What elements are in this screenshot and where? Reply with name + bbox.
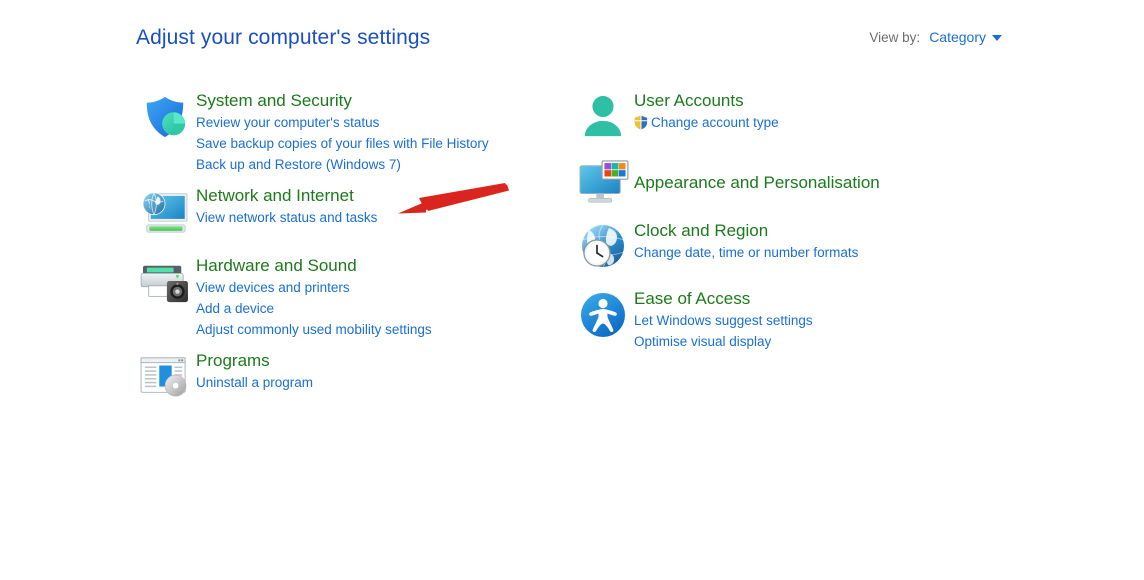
link-view-devices-printers[interactable]: View devices and printers (196, 277, 432, 298)
programs-disc-icon[interactable] (134, 348, 196, 406)
category-title[interactable]: Ease of Access (634, 287, 813, 310)
shield-icon-svg (146, 96, 186, 138)
category-title[interactable]: User Accounts (634, 89, 779, 112)
right-category-column: User Accounts Change account type Appear… (572, 88, 1002, 362)
category-title[interactable]: Programs (196, 349, 313, 372)
category-body: Hardware and Sound View devices and prin… (196, 253, 432, 340)
category-body: Network and Internet View network status… (196, 183, 377, 228)
category-ease-of-access[interactable]: Ease of Access Let Windows suggest setti… (572, 286, 1002, 352)
appearance-monitor-icon-svg (579, 160, 629, 203)
category-title[interactable]: Clock and Region (634, 219, 858, 242)
category-body: Programs Uninstall a program (196, 348, 313, 393)
link-review-status[interactable]: Review your computer's status (196, 112, 489, 133)
shield-icon[interactable] (134, 88, 196, 146)
link-backup-restore[interactable]: Back up and Restore (Windows 7) (196, 154, 489, 175)
uac-shield-icon (634, 115, 648, 130)
category-appearance-and-personalisation[interactable]: Appearance and Personalisation (572, 154, 1002, 212)
category-body: Clock and Region Change date, time or nu… (634, 218, 858, 263)
user-person-icon-svg (584, 95, 622, 137)
category-body: User Accounts Change account type (634, 88, 779, 133)
clock-globe-icon[interactable] (572, 218, 634, 276)
link-optimise-visual-display[interactable]: Optimise visual display (634, 331, 813, 352)
network-monitor-icon[interactable] (134, 183, 196, 241)
category-title[interactable]: Hardware and Sound (196, 254, 432, 277)
view-by-label: View by: (869, 29, 921, 45)
category-title[interactable]: Network and Internet (196, 184, 377, 207)
accessibility-icon[interactable] (572, 286, 634, 344)
view-by-control: View by: Category (869, 29, 1002, 45)
chevron-down-icon[interactable] (992, 35, 1002, 41)
printer-speaker-icon-svg (140, 265, 188, 303)
link-mobility-settings[interactable]: Adjust commonly used mobility settings (196, 319, 432, 340)
category-hardware-and-sound[interactable]: Hardware and Sound View devices and prin… (134, 253, 564, 340)
category-title[interactable]: System and Security (196, 89, 489, 112)
link-change-date-time[interactable]: Change date, time or number formats (634, 242, 858, 263)
network-monitor-icon-svg (142, 192, 188, 233)
link-network-status[interactable]: View network status and tasks (196, 207, 377, 228)
category-programs[interactable]: Programs Uninstall a program (134, 348, 564, 406)
category-body: Appearance and Personalisation (634, 154, 880, 212)
link-change-account-type[interactable]: Change account type (634, 112, 779, 133)
page-title: Adjust your computer's settings (136, 26, 431, 49)
category-body: Ease of Access Let Windows suggest setti… (634, 286, 813, 352)
view-by-value[interactable]: Category (929, 29, 986, 45)
category-network-and-internet[interactable]: Network and Internet View network status… (134, 183, 564, 241)
accessibility-icon-svg (581, 293, 625, 337)
clock-globe-icon-svg (581, 224, 625, 268)
link-let-windows-suggest[interactable]: Let Windows suggest settings (634, 310, 813, 331)
programs-disc-icon-svg (140, 357, 187, 397)
link-add-device[interactable]: Add a device (196, 298, 432, 319)
category-body: System and Security Review your computer… (196, 88, 489, 175)
category-user-accounts[interactable]: User Accounts Change account type (572, 88, 1002, 146)
user-person-icon[interactable] (572, 88, 634, 146)
control-panel-page: Adjust your computer's settings View by:… (0, 0, 1144, 580)
left-category-column: System and Security Review your computer… (134, 88, 564, 416)
category-title[interactable]: Appearance and Personalisation (634, 154, 880, 212)
link-label: Change account type (651, 115, 779, 130)
link-uninstall-program[interactable]: Uninstall a program (196, 372, 313, 393)
category-clock-and-region[interactable]: Clock and Region Change date, time or nu… (572, 218, 1002, 276)
link-file-history[interactable]: Save backup copies of your files with Fi… (196, 133, 489, 154)
printer-speaker-icon[interactable] (134, 253, 196, 311)
category-system-and-security[interactable]: System and Security Review your computer… (134, 88, 564, 175)
appearance-monitor-icon[interactable] (572, 154, 634, 212)
